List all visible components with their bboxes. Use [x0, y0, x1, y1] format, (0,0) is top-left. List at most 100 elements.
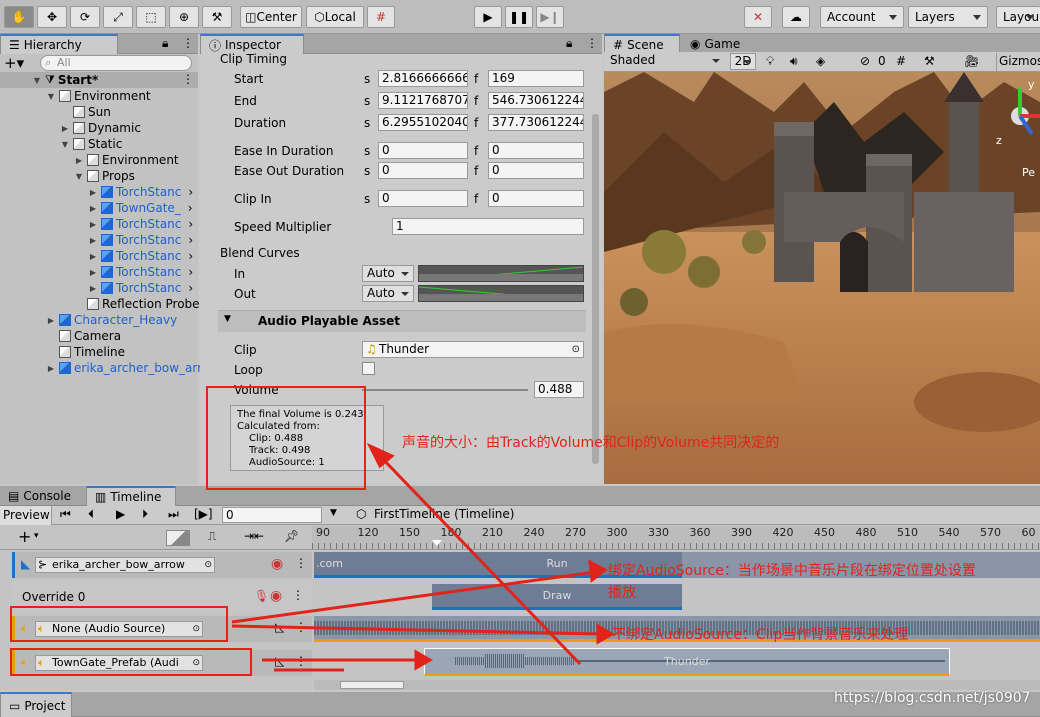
tab-scene[interactable]: # Scene [604, 34, 680, 54]
play-range-icon[interactable]: [▶] [194, 507, 213, 521]
audio-icon[interactable]: 🔊︎ [790, 54, 798, 69]
audio-track-more-icon[interactable]: ⋮ [295, 620, 307, 634]
foldout-arrow-icon[interactable]: ▶ [88, 204, 98, 213]
lighting-icon[interactable]: 💡︎ [766, 54, 774, 69]
hierarchy-row[interactable]: ▶ erika_archer_bow_arro [46, 360, 209, 376]
add-icon[interactable]: +▾ [4, 54, 24, 72]
more-icon[interactable]: ⋮ [182, 36, 194, 50]
inspector-lock-icon[interactable]: 🔒︎ [566, 36, 572, 51]
duration-seconds-field[interactable]: 6.29551020408 [378, 114, 468, 131]
foldout-arrow-icon[interactable]: ▼ [74, 172, 84, 181]
record-icon[interactable]: ◉ [271, 556, 283, 572]
timeline-h-scroll[interactable] [314, 680, 1040, 690]
foldout-arrow-icon[interactable]: ▶ [60, 124, 70, 133]
layout-dropdown[interactable]: Layou [996, 6, 1040, 28]
start-frames-field[interactable]: 169 [488, 70, 584, 87]
hierarchy-row[interactable]: ▶ TorchStanc › [88, 248, 193, 264]
hierarchy-row[interactable]: ▼ Static [60, 136, 122, 152]
blend-out-dropdown[interactable]: Auto [362, 285, 414, 302]
next-frame-icon[interactable]: ⏵ [142, 507, 148, 522]
hierarchy-row[interactable]: ▶ TorchStanc › [88, 184, 193, 200]
clip-object-field[interactable]: ♫ Thunder ⊙ [362, 341, 584, 358]
hierarchy-row[interactable]: ▶ TorchStanc › [88, 280, 193, 296]
hierarchy-row[interactable]: ▼ Environment [46, 88, 151, 104]
prefab-open-icon[interactable]: › [188, 249, 193, 263]
camera-icon[interactable]: 🎥︎ [964, 54, 979, 68]
blend-in-dropdown[interactable]: Auto [362, 265, 414, 282]
rotate-tool-button[interactable]: ⟳ [70, 6, 100, 28]
hierarchy-row[interactable]: ▶ TownGate_ › [88, 200, 193, 216]
scene-gizmo[interactable]: y z Pe [992, 74, 1040, 179]
speed-multiplier-field[interactable]: 1 [392, 218, 584, 235]
asset-menu-icon[interactable]: ▼ [330, 508, 337, 518]
ease-in-seconds-field[interactable]: 0 [378, 142, 468, 159]
clip-in-frames-field[interactable]: 0 [488, 190, 584, 207]
override-record-icon[interactable]: ◉ [270, 588, 282, 604]
scale-tool-button[interactable]: ⤢ [103, 6, 133, 28]
foldout-arrow-icon[interactable]: ▶ [88, 220, 98, 229]
tools-overlay-icon[interactable]: ⚒ [924, 54, 935, 68]
cloud-button[interactable]: ☁ [782, 6, 810, 28]
audio-playable-asset-header[interactable]: ▼ Audio Playable Asset [218, 310, 586, 332]
loop-checkbox[interactable] [362, 362, 375, 375]
start-seconds-field[interactable]: 2.81666666666 [378, 70, 468, 87]
ease-out-seconds-field[interactable]: 0 [378, 162, 468, 179]
curves-toggle[interactable] [166, 530, 190, 546]
effects-icon[interactable]: ◈ [816, 54, 825, 68]
tab-game[interactable]: ◉ Game [682, 34, 752, 54]
grid-toggle-icon[interactable]: # [896, 54, 906, 68]
clip-com[interactable]: .com [314, 552, 432, 578]
foldout-arrow-icon[interactable]: ▶ [88, 284, 98, 293]
end-frames-field[interactable]: 546.730612244 [488, 92, 584, 109]
space-toggle[interactable]: ⬡ Local [306, 6, 364, 28]
prefab-open-icon[interactable]: › [188, 201, 193, 215]
hierarchy-row[interactable]: ▶ Environment [74, 152, 179, 168]
hierarchy-row[interactable]: ▼ ⧩ Start* [32, 72, 98, 88]
grid-snap-button[interactable]: # [367, 6, 395, 28]
audio-track-more-icon-2[interactable]: ⋮ [295, 654, 307, 668]
foldout-arrow-icon[interactable]: ▶ [46, 364, 56, 373]
pivot-toggle[interactable]: ◫ Center [240, 6, 302, 28]
binding-picker-icon[interactable]: ⊙ [204, 558, 212, 572]
override-more-icon[interactable]: ⋮ [292, 588, 304, 602]
track-more-icon[interactable]: ⋮ [295, 556, 307, 570]
hierarchy-row[interactable]: ▶ Character_Heavy [46, 312, 177, 328]
go-last-icon[interactable]: ⏭ [168, 507, 179, 522]
hierarchy-row[interactable]: Reflection Probe [74, 296, 200, 312]
scene-menu-icon[interactable]: ⋮ [182, 72, 194, 86]
hierarchy-row[interactable]: ▶ TorchStanc › [88, 264, 193, 280]
perspective-label[interactable]: Pe [1022, 166, 1035, 179]
2d-toggle[interactable]: 2D [730, 53, 756, 70]
hierarchy-row[interactable]: ▶ TorchStanc › [88, 232, 193, 248]
object-picker-icon[interactable]: ⊙ [572, 342, 580, 357]
shading-mode-dropdown[interactable]: Shaded [606, 53, 724, 70]
inspector-more-icon[interactable]: ⋮ [586, 36, 598, 50]
blend-in-curve[interactable] [418, 265, 584, 282]
hierarchy-search-input[interactable]: ⌕ All [40, 55, 192, 71]
track-animation[interactable]: ◣ ⊱ erika_archer_bow_arrow ⊙ ◉ ⋮ [12, 552, 312, 578]
gizmos-dropdown[interactable]: Gizmos [996, 53, 1040, 71]
volume-field[interactable]: 0.488 [534, 381, 584, 398]
custom-tool-button[interactable]: ⚒ [202, 6, 232, 28]
ease-in-frames-field[interactable]: 0 [488, 142, 584, 159]
animation-binding-field[interactable]: ⊱ erika_archer_bow_arrow ⊙ [35, 557, 215, 573]
hierarchy-row[interactable]: Sun [60, 104, 111, 120]
hierarchy-row[interactable]: ▼ Props [74, 168, 135, 184]
foldout-arrow-icon[interactable]: ▶ [88, 188, 98, 197]
prefab-open-icon[interactable]: › [188, 265, 193, 279]
audio-clip-thunder[interactable]: Thunder [424, 648, 950, 676]
tab-inspector[interactable]: ⓘ Inspector [200, 34, 304, 54]
time-ruler[interactable]: 90 120 150 180 210 240 270 300 330 360 390 420 450 48… [312, 526, 1040, 550]
account-dropdown[interactable]: Account [820, 6, 904, 28]
clip-draw[interactable]: Draw [432, 584, 682, 610]
hierarchy-row[interactable]: Timeline [46, 344, 125, 360]
foldout-arrow-icon[interactable]: ▶ [88, 236, 98, 245]
inspector-scrollbar[interactable] [592, 114, 599, 464]
prefab-open-icon[interactable]: › [188, 233, 193, 247]
hidden-objects-icon[interactable]: ⊘ [860, 54, 870, 68]
prev-frame-icon[interactable]: ⏴ [88, 507, 94, 522]
foldout-arrow-icon[interactable]: ▶ [46, 316, 56, 325]
end-seconds-field[interactable]: 9.11217687074 [378, 92, 468, 109]
pause-button[interactable]: ❚❚ [505, 6, 533, 28]
foldout-arrow-icon[interactable]: ▼ [60, 140, 70, 149]
